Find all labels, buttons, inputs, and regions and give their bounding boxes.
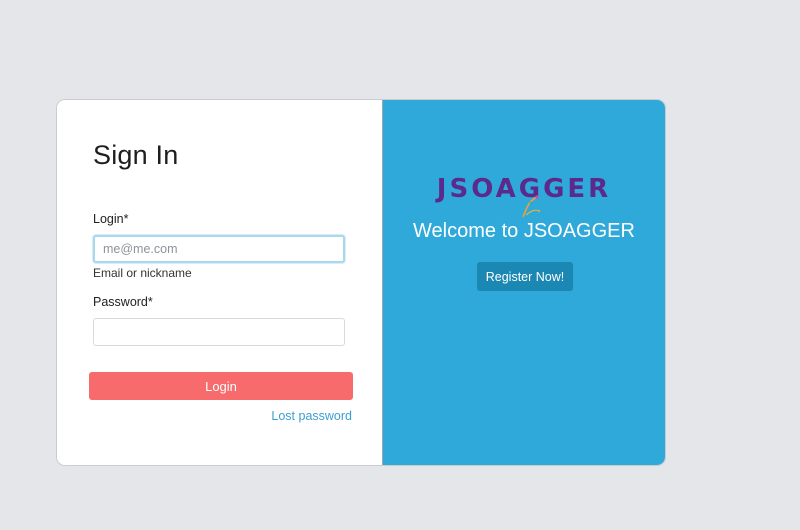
logo: JSOA GGER bbox=[383, 174, 665, 218]
page-title: Sign In bbox=[93, 140, 179, 170]
logo-text-left: JSOA bbox=[436, 174, 519, 204]
signin-panel: Sign In Login* Email or nickname Passwor… bbox=[57, 100, 382, 465]
welcome-heading: Welcome to JSOAGGER bbox=[413, 220, 635, 242]
auth-card: Sign In Login* Email or nickname Passwor… bbox=[56, 99, 666, 466]
password-label: Password* bbox=[93, 295, 153, 309]
password-input[interactable] bbox=[93, 318, 345, 346]
register-button[interactable]: Register Now! bbox=[477, 262, 573, 291]
lost-password-link[interactable]: Lost password bbox=[271, 409, 352, 423]
logo-text-right: GGER bbox=[518, 174, 612, 204]
login-input[interactable] bbox=[93, 235, 345, 263]
welcome-panel: JSOA GGER Welcome to JSOAGGER Register N… bbox=[382, 100, 665, 465]
login-button[interactable]: Login bbox=[89, 372, 353, 400]
login-label: Login* bbox=[93, 212, 129, 226]
login-hint: Email or nickname bbox=[93, 266, 192, 280]
